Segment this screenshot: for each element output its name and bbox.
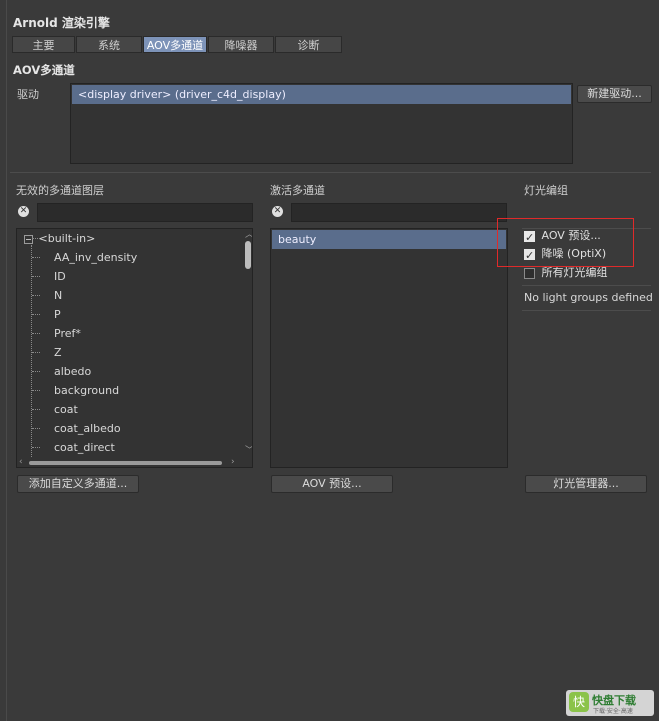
tab-denoiser[interactable]: 降噪器 bbox=[208, 36, 274, 53]
collapse-icon[interactable] bbox=[24, 234, 33, 244]
tree-branch bbox=[32, 428, 40, 429]
section-divider bbox=[10, 172, 651, 173]
tree-item[interactable]: Z bbox=[54, 343, 62, 362]
scroll-left-icon[interactable]: ‹ bbox=[19, 458, 23, 467]
tree-item[interactable]: AA_inv_density bbox=[54, 248, 137, 267]
tree-branch bbox=[32, 257, 40, 258]
highlight-annotation-box bbox=[497, 218, 634, 267]
checkbox-unchecked-icon[interactable] bbox=[524, 267, 535, 279]
scroll-up-icon[interactable]: ︿ bbox=[245, 231, 252, 240]
tree-root-label: <built-in> bbox=[38, 232, 96, 245]
tree-branch bbox=[32, 333, 40, 334]
tab-system[interactable]: 系统 bbox=[76, 36, 142, 53]
tree-branch bbox=[32, 238, 40, 239]
tree-item[interactable]: ID bbox=[54, 267, 66, 286]
driver-list[interactable]: <display driver> (driver_c4d_display) bbox=[70, 83, 573, 164]
watermark-icon: 快 bbox=[569, 692, 589, 712]
driver-label: 驱动 bbox=[17, 88, 39, 101]
tree-branch bbox=[32, 314, 40, 315]
inactive-header: 无效的多通道图层 bbox=[16, 184, 104, 197]
inactive-search-input[interactable] bbox=[37, 203, 253, 222]
tree-viewport: <built-in> AA_inv_density ID N P Pref* Zalbed… bbox=[17, 229, 241, 457]
watermark-logo: 快 快盘下载 下载·安全·高速 bbox=[566, 690, 654, 716]
checkbox-label: 所有灯光编组 bbox=[541, 266, 608, 279]
tree-item[interactable]: coat bbox=[54, 400, 78, 419]
inactive-tree[interactable]: <built-in> AA_inv_density ID N P Pref* Zalbed… bbox=[16, 228, 253, 468]
add-custom-aov-button[interactable]: 添加自定义多通道... bbox=[17, 475, 139, 493]
tree-item[interactable]: coat_direct bbox=[54, 438, 115, 457]
scroll-right-icon[interactable]: › bbox=[231, 458, 235, 467]
light-groups-divider bbox=[522, 285, 651, 286]
watermark-sub: 下载·安全·高速 bbox=[593, 708, 633, 715]
light-manager-button[interactable]: 灯光管理器... bbox=[525, 475, 647, 493]
tree-branch bbox=[32, 371, 40, 372]
tab-diagnostics[interactable]: 诊断 bbox=[275, 36, 342, 53]
tree-item[interactable]: coat_albedo bbox=[54, 419, 121, 438]
light-groups-divider bbox=[522, 310, 651, 311]
tab-main[interactable]: 主要 bbox=[12, 36, 75, 53]
tree-branch bbox=[32, 447, 40, 448]
active-header: 激活多通道 bbox=[270, 184, 325, 197]
tree-branch bbox=[32, 390, 40, 391]
panel-edge bbox=[6, 0, 7, 721]
vertical-scrollbar[interactable] bbox=[245, 241, 251, 269]
aov-preset-button[interactable]: AOV 预设... bbox=[271, 475, 393, 493]
scroll-down-icon[interactable]: ﹀ bbox=[245, 447, 252, 456]
light-groups-header: 灯光编组 bbox=[524, 184, 568, 197]
tab-aov[interactable]: AOV多通道 bbox=[143, 36, 207, 53]
tree-branch bbox=[32, 295, 40, 296]
tree-branch bbox=[32, 409, 40, 410]
tree-branch bbox=[32, 276, 40, 277]
tree-item[interactable]: albedo bbox=[54, 362, 91, 381]
new-driver-button[interactable]: 新建驱动... bbox=[577, 85, 652, 103]
tree-item[interactable]: Pref* bbox=[54, 324, 81, 343]
window-title: Arnold 渲染引擎 bbox=[13, 16, 110, 30]
tree-branch bbox=[32, 352, 40, 353]
tab-bar: 主要 系统 AOV多通道 降噪器 诊断 bbox=[12, 36, 343, 53]
tree-item[interactable]: N bbox=[54, 286, 62, 305]
section-title: AOV多通道 bbox=[13, 63, 75, 77]
no-light-groups-text: No light groups defined bbox=[524, 291, 653, 304]
active-item-beauty[interactable]: beauty bbox=[272, 230, 506, 249]
horizontal-scrollbar[interactable] bbox=[29, 461, 222, 465]
clear-search-icon[interactable]: ✕ bbox=[272, 206, 283, 217]
clear-search-icon[interactable]: ✕ bbox=[18, 206, 29, 217]
active-search-input[interactable] bbox=[291, 203, 507, 222]
active-list[interactable]: beauty bbox=[270, 228, 508, 468]
tree-item[interactable]: P bbox=[54, 305, 61, 324]
tree-item[interactable]: background bbox=[54, 381, 119, 400]
driver-item-selected[interactable]: <display driver> (driver_c4d_display) bbox=[72, 85, 571, 104]
